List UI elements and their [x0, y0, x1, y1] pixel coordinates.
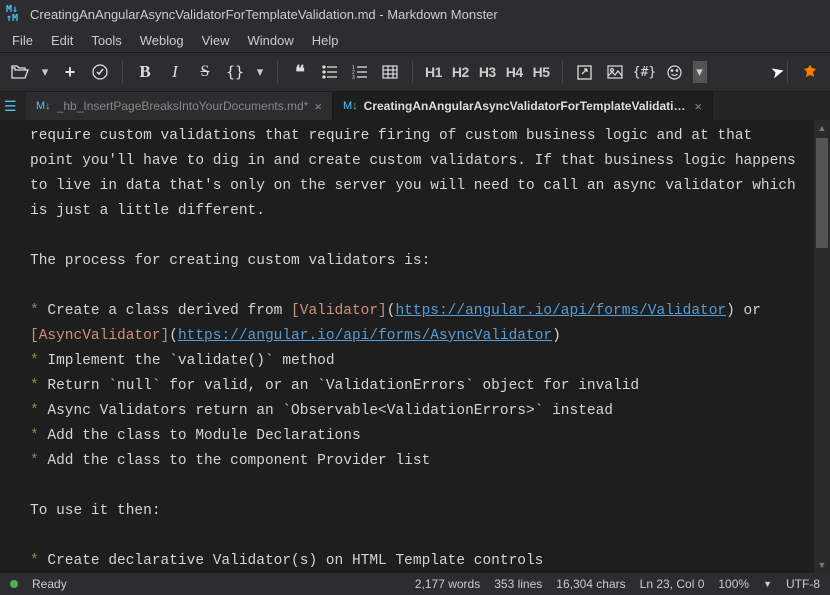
- more-dropdown[interactable]: ▾: [693, 61, 707, 83]
- tabbar: ☰ M↓ _hb_InsertPageBreaksIntoYourDocumen…: [0, 92, 830, 120]
- bullet: *: [30, 453, 39, 469]
- separator: [412, 61, 413, 83]
- tab-active[interactable]: M↓ CreatingAnAngularAsyncValidatorForTem…: [333, 92, 713, 120]
- italic-button[interactable]: I: [163, 60, 187, 84]
- status-zoom[interactable]: 100%: [718, 577, 749, 591]
- new-button[interactable]: +: [58, 60, 82, 84]
- close-icon[interactable]: ×: [694, 99, 702, 114]
- text: To use it then:: [30, 503, 161, 519]
- toolbar: ▾ + B I S {} ▾ ❝ 123 H1 H2 H3 H4 H5 {#} …: [0, 52, 830, 92]
- h2-button[interactable]: H2: [450, 64, 471, 80]
- statusbar: Ready 2,177 words 353 lines 16,304 chars…: [0, 573, 830, 595]
- titlebar: M↓↑M CreatingAnAngularAsyncValidatorForT…: [0, 0, 830, 28]
- svg-text:3: 3: [352, 75, 355, 79]
- image-button[interactable]: [603, 60, 627, 84]
- h1-button[interactable]: H1: [423, 64, 444, 80]
- status-lines: 353 lines: [494, 577, 542, 591]
- link-label: [Validator]: [291, 303, 387, 319]
- save-button[interactable]: [88, 60, 112, 84]
- status-encoding[interactable]: UTF-8: [786, 577, 820, 591]
- text: Add the class to Module Declarations: [47, 428, 360, 444]
- link-button[interactable]: [573, 60, 597, 84]
- scroll-up-arrow[interactable]: ▲: [814, 120, 830, 136]
- menu-tools[interactable]: Tools: [83, 31, 129, 50]
- status-cursor: Ln 23, Col 0: [640, 577, 705, 591]
- status-ready: Ready: [32, 577, 67, 591]
- markdown-icon: M↓: [36, 100, 51, 112]
- vertical-scrollbar[interactable]: ▲ ▼: [814, 120, 830, 573]
- separator: [562, 61, 563, 83]
- numbered-list-button[interactable]: 123: [348, 60, 372, 84]
- open-dropdown[interactable]: ▾: [38, 64, 52, 80]
- strikethrough-button[interactable]: S: [193, 60, 217, 84]
- title-text: CreatingAnAngularAsyncValidatorForTempla…: [30, 7, 498, 22]
- tab-label: _hb_InsertPageBreaksIntoYourDocuments.md…: [57, 99, 309, 113]
- bullet: *: [30, 403, 39, 419]
- text: require custom validations that require …: [30, 128, 804, 219]
- h3-button[interactable]: H3: [477, 64, 498, 80]
- h5-button[interactable]: H5: [531, 64, 552, 80]
- open-button[interactable]: [8, 60, 32, 84]
- bold-button[interactable]: B: [133, 60, 157, 84]
- debug-button[interactable]: [798, 60, 822, 84]
- bullet: *: [30, 378, 39, 394]
- bullet: *: [30, 428, 39, 444]
- text: or: [735, 303, 770, 319]
- text: Create declarative Validator(s) on HTML …: [47, 553, 543, 569]
- table-button[interactable]: [378, 60, 402, 84]
- menu-window[interactable]: Window: [240, 31, 302, 50]
- editor-content[interactable]: require custom validations that require …: [0, 120, 814, 573]
- separator: [787, 61, 788, 83]
- menu-file[interactable]: File: [4, 31, 41, 50]
- link-url: https://angular.io/api/forms/AsyncValida…: [178, 328, 552, 344]
- link-url: https://angular.io/api/forms/Validator: [395, 303, 726, 319]
- status-indicator-icon: [10, 580, 18, 588]
- menubar: File Edit Tools Weblog View Window Help: [0, 28, 830, 52]
- scrollbar-thumb[interactable]: [816, 138, 828, 248]
- text: Return `null` for valid, or an `Validati…: [47, 378, 639, 394]
- text: The process for creating custom validato…: [30, 253, 430, 269]
- menu-help[interactable]: Help: [304, 31, 347, 50]
- h4-button[interactable]: H4: [504, 64, 525, 80]
- code-button[interactable]: {}: [223, 60, 247, 84]
- text: Add the class to the component Provider …: [47, 453, 430, 469]
- zoom-dropdown[interactable]: ▼: [763, 579, 772, 589]
- menu-view[interactable]: View: [194, 31, 238, 50]
- tab-inactive[interactable]: M↓ _hb_InsertPageBreaksIntoYourDocuments…: [26, 92, 333, 120]
- scroll-down-arrow[interactable]: ▼: [814, 557, 830, 573]
- close-icon[interactable]: ×: [314, 99, 322, 114]
- quote-button[interactable]: ❝: [288, 60, 312, 84]
- text: Async Validators return an `Observable<V…: [47, 403, 613, 419]
- bullet-list-button[interactable]: [318, 60, 342, 84]
- tab-label: CreatingAnAngularAsyncValidatorForTempla…: [364, 99, 689, 113]
- bullet: *: [30, 303, 39, 319]
- markdown-icon: M↓: [343, 100, 358, 112]
- bullet: *: [30, 553, 39, 569]
- emoji-button[interactable]: [663, 60, 687, 84]
- menu-edit[interactable]: Edit: [43, 31, 81, 50]
- bullet: *: [30, 353, 39, 369]
- status-words: 2,177 words: [415, 577, 480, 591]
- attributes-button[interactable]: {#}: [633, 60, 657, 84]
- sidebar-toggle-icon[interactable]: ☰: [4, 98, 17, 115]
- separator: [277, 61, 278, 83]
- link-label: [AsyncValidator]: [30, 328, 169, 344]
- menu-weblog[interactable]: Weblog: [132, 31, 192, 50]
- app-logo: M↓↑M: [6, 5, 24, 23]
- code-dropdown[interactable]: ▾: [253, 64, 267, 80]
- text: Implement the `validate()` method: [47, 353, 334, 369]
- text: Create a class derived from: [47, 303, 291, 319]
- separator: [122, 61, 123, 83]
- status-chars: 16,304 chars: [556, 577, 625, 591]
